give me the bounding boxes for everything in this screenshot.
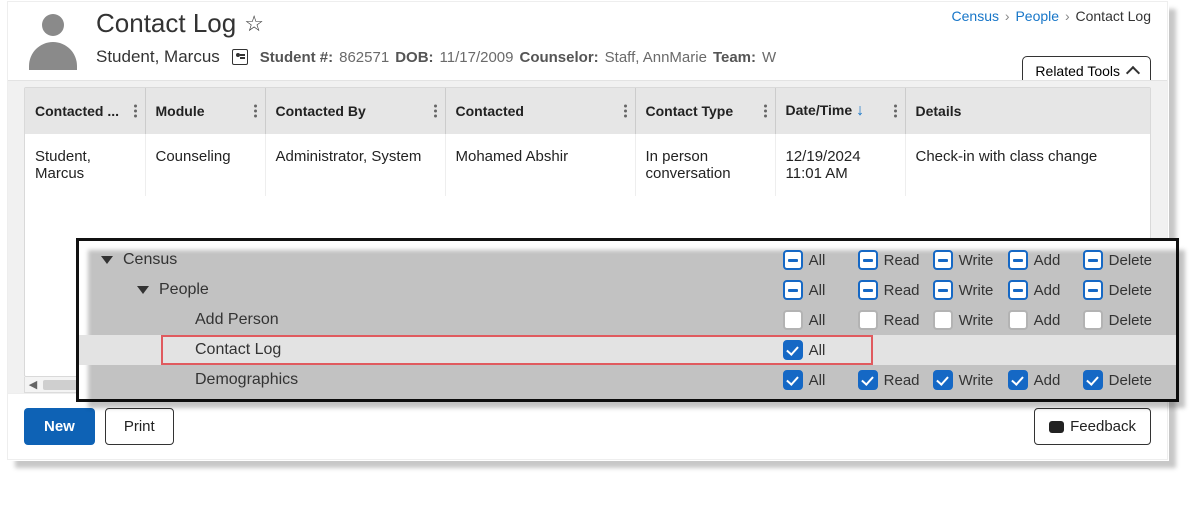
cell-details: Check-in with class change [905,134,1150,196]
perm-delete[interactable]: Delete [1083,250,1152,270]
perm-write[interactable]: Write [933,310,998,330]
kebab-icon[interactable] [134,105,137,118]
cell-contact-type: In person conversation [635,134,775,196]
perm-write[interactable]: Write [933,370,998,390]
team-label: Team: [713,49,756,66]
checkbox-checked[interactable] [1083,370,1103,390]
breadcrumb: Census › People › Contact Log [952,8,1151,24]
col-header-details[interactable]: Details [905,88,1150,134]
kebab-icon[interactable] [434,105,437,118]
perm-all[interactable]: All [783,340,848,360]
col-header-module[interactable]: Module [145,88,265,134]
checkbox-indeterminate[interactable] [783,250,803,270]
checkbox-indeterminate[interactable] [1008,250,1028,270]
breadcrumb-people[interactable]: People [1015,8,1059,24]
checkbox-indeterminate[interactable] [858,280,878,300]
perm-add[interactable]: Add [1008,310,1073,330]
checkbox-checked[interactable] [783,340,803,360]
checkbox-unchecked[interactable] [1083,310,1103,330]
checkbox-indeterminate[interactable] [783,280,803,300]
col-header-contacted-person[interactable]: Contacted ... [25,88,145,134]
cell-contacted-by: Administrator, System [265,134,445,196]
checkbox-indeterminate[interactable] [1083,250,1103,270]
chevron-up-icon [1126,66,1140,80]
col-header-contact-type[interactable]: Contact Type [635,88,775,134]
speech-bubble-icon [1049,421,1064,433]
checkbox-indeterminate[interactable] [858,250,878,270]
perm-add[interactable]: Add [1008,370,1073,390]
checkbox-checked[interactable] [783,370,803,390]
checkbox-checked[interactable] [1008,370,1028,390]
dob-label: DOB: [395,49,433,66]
perm-read[interactable]: Read [858,250,923,270]
cell-contacted: Mohamed Abshir [445,134,635,196]
kebab-icon[interactable] [624,105,627,118]
student-number-label: Student #: [260,49,333,66]
perm-read[interactable]: Read [858,310,923,330]
avatar [24,12,82,70]
expand-toggle-icon[interactable] [137,286,149,294]
perm-delete[interactable]: Delete [1083,370,1152,390]
perm-delete[interactable]: Delete [1083,280,1152,300]
print-button[interactable]: Print [105,408,174,445]
page-title: Contact Log [96,8,236,39]
perm-all[interactable]: All [783,370,848,390]
perm-read[interactable]: Read [858,280,923,300]
kebab-icon[interactable] [894,105,897,118]
breadcrumb-current: Contact Log [1076,8,1152,24]
tree-node-add-person[interactable]: Add Person All Read Write Add Delete [79,305,1176,335]
col-header-contacted-by[interactable]: Contacted By [265,88,445,134]
cell-datetime: 12/19/2024 11:01 AM [775,134,905,196]
counselor-value: Staff, AnnMarie [605,49,707,66]
col-header-contacted[interactable]: Contacted [445,88,635,134]
student-number: 862571 [339,49,389,66]
tree-node-people[interactable]: People All Read Write Add Delete [79,275,1176,305]
dob-value: 11/17/2009 [440,49,514,66]
permissions-tree: Census All Read Write Add Delete People … [76,238,1179,402]
checkbox-unchecked[interactable] [933,310,953,330]
kebab-icon[interactable] [764,105,767,118]
chevron-right-icon: › [1065,8,1070,24]
id-card-icon[interactable] [232,49,248,65]
cell-contacted-person: Student, Marcus [25,134,145,196]
counselor-label: Counselor: [519,49,598,66]
sort-down-icon[interactable]: ↓ [856,102,864,119]
perm-read[interactable]: Read [858,370,923,390]
breadcrumb-census[interactable]: Census [952,8,999,24]
checkbox-checked[interactable] [933,370,953,390]
tree-node-census[interactable]: Census All Read Write Add Delete [79,245,1176,275]
tree-node-contact-log[interactable]: Contact Log All Read Write Add Delete [79,335,1176,365]
perm-write[interactable]: Write [933,280,998,300]
perm-all[interactable]: All [783,250,848,270]
perm-write[interactable]: Write [933,250,998,270]
perm-delete[interactable]: Delete [1083,310,1152,330]
favorite-star-icon[interactable]: ☆ [244,13,264,35]
checkbox-indeterminate[interactable] [1008,280,1028,300]
checkbox-indeterminate[interactable] [1083,280,1103,300]
checkbox-unchecked[interactable] [783,310,803,330]
checkbox-checked[interactable] [858,370,878,390]
contact-log-table: Contacted ... Module Contacted By Contac… [25,88,1150,196]
kebab-icon[interactable] [254,105,257,118]
tree-node-demographics[interactable]: Demographics All Read Write Add Delete [79,365,1176,395]
checkbox-indeterminate[interactable] [933,280,953,300]
perm-add[interactable]: Add [1008,250,1073,270]
checkbox-unchecked[interactable] [1008,310,1028,330]
table-row[interactable]: Student, Marcus Counseling Administrator… [25,134,1150,196]
perm-add[interactable]: Add [1008,280,1073,300]
col-header-datetime[interactable]: Date/Time↓ [775,88,905,134]
expand-toggle-icon[interactable] [101,256,113,264]
perm-all[interactable]: All [783,310,848,330]
student-name: Student, Marcus [96,47,220,67]
checkbox-unchecked[interactable] [858,310,878,330]
cell-module: Counseling [145,134,265,196]
perm-all[interactable]: All [783,280,848,300]
new-button[interactable]: New [24,408,95,445]
feedback-button[interactable]: Feedback [1034,408,1151,445]
scroll-left-icon[interactable]: ◀ [25,378,41,391]
checkbox-indeterminate[interactable] [933,250,953,270]
chevron-right-icon: › [1005,8,1010,24]
team-value: W [762,49,776,66]
